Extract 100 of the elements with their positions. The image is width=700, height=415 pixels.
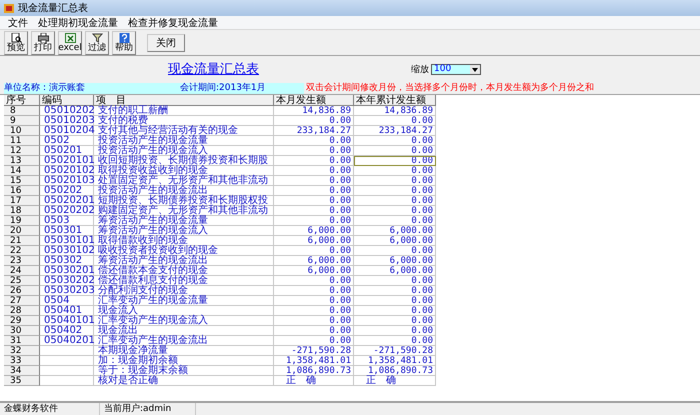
amount-cell: 0.00 [274,326,354,336]
column-header: 编码 [40,95,94,106]
row-number: 27 [4,296,40,306]
zoom-label: 缩放 [411,64,429,76]
column-header: 序号 [4,95,40,106]
row-number: 14 [4,166,40,176]
column-header: 项 目 [94,95,274,106]
item-cell: 支付的职工薪酬 [94,106,274,116]
code-cell: 05010203 [40,116,94,126]
item-cell: 处置固定资产、无形资产和其他非流动 [94,176,274,186]
row-number: 19 [4,216,40,226]
amount-cell: 0.00 [354,316,436,326]
code-cell: 05020201 [40,196,94,206]
status-text: 金蝶财务软件 [0,403,100,415]
check-cell: 正 确 [354,376,436,386]
row-number: 17 [4,196,40,206]
check-cell: 正 确 [274,376,354,386]
spreadsheet-icon [64,32,76,42]
code-cell: 0503 [40,216,94,226]
amount-cell: 0.00 [274,136,354,146]
row-number: 29 [4,316,40,326]
amount-cell: 0.00 [274,156,354,166]
amount-cell: 233,184.27 [354,126,436,136]
toolbar-button[interactable]: 打印 [31,30,55,54]
item-cell: 筹资活动产生的现金流量 [94,216,274,226]
code-cell: 050402 [40,326,94,336]
item-cell: 加：现金期初余额 [94,356,274,366]
code-cell: 050301 [40,226,94,236]
item-cell: 取得投资收益收到的现金 [94,166,274,176]
zoom-select[interactable]: 100 [431,64,481,74]
amount-cell: -271,590.28 [354,346,436,356]
row-number: 28 [4,306,40,316]
code-cell: 050201 [40,146,94,156]
amount-cell: 0.00 [354,326,436,336]
row-number: 16 [4,186,40,196]
column-header: 本月发生额 [274,95,354,106]
menu-item[interactable]: 检查并修复现金流量 [128,16,218,30]
code-cell: 05010204 [40,126,94,136]
toolbar-button[interactable]: 预览 [4,30,28,54]
amount-cell: 0.00 [354,296,436,306]
amount-cell: 0.00 [354,196,436,206]
amount-cell: 0.00 [354,186,436,196]
amount-cell: 6,000.00 [354,226,436,236]
amount-cell: 14,836.89 [274,106,354,116]
row-number: 21 [4,236,40,246]
company-name: 单位名称：演示账套 [4,83,156,94]
row-number: 34 [4,366,40,376]
row-number: 9 [4,116,40,126]
item-cell: 短期投资、长期债券投资和长期股权投 [94,196,274,206]
amount-cell: 0.00 [274,336,354,346]
row-number: 23 [4,256,40,266]
amount-cell: 1,358,481.01 [354,356,436,366]
code-cell: 050401 [40,306,94,316]
code-cell: 05030102 [40,246,94,256]
amount-cell: 0.00 [354,166,436,176]
row-number: 31 [4,336,40,346]
item-cell: 等于：现金期末余额 [94,366,274,376]
row-number: 30 [4,326,40,336]
code-cell: 0504 [40,296,94,306]
item-cell: 现金流入 [94,306,274,316]
funnel-icon [92,32,102,42]
hint-text: 双击会计期间修改月份，当选择多个月份时，本月发生额为多个月份之和 [305,83,594,94]
toolbar-button[interactable]: 过滤 [85,30,109,54]
amount-cell: 6,000.00 [274,236,354,246]
row-number: 32 [4,346,40,356]
menu-item[interactable]: 处理期初现金流量 [38,16,118,30]
code-cell: 05040201 [40,336,94,346]
amount-cell: 0.00 [274,176,354,186]
code-cell: 05020103 [40,176,94,186]
amount-cell: 0.00 [354,136,436,146]
amount-cell: 0.00 [274,296,354,306]
code-cell: 05030101 [40,236,94,246]
code-cell: 05010202 [40,106,94,116]
row-number: 25 [4,276,40,286]
row-number: 12 [4,146,40,156]
code-cell: 05020202 [40,206,94,216]
menu-item[interactable]: 文件 [8,16,28,30]
status-user: 当前用户:admin [100,403,196,415]
app-icon [4,4,14,12]
amount-cell: 6,000.00 [354,266,436,276]
report-title: 现金流量汇总表 [168,61,259,78]
item-cell: 分配利润支付的现金 [94,286,274,296]
row-number: 13 [4,156,40,166]
toolbar-button[interactable]: 帮助 [112,30,136,54]
accounting-period[interactable]: 会计期间:2013年1月 [156,83,304,94]
item-cell: 购建固定资产、无形资产和其他非流动 [94,206,274,216]
code-cell: 05020102 [40,166,94,176]
item-cell: 本期现金净流量 [94,346,274,356]
amount-cell: 1,358,481.01 [274,356,354,366]
amount-cell: 6,000.00 [274,266,354,276]
close-button[interactable]: 关闭 [147,34,185,52]
row-number: 11 [4,136,40,146]
amount-cell: 233,184.27 [274,126,354,136]
amount-cell: 1,086,890.73 [354,366,436,376]
row-number: 20 [4,226,40,236]
toolbar-button[interactable]: excel [58,30,82,54]
row-number: 24 [4,266,40,276]
magnifier-page-icon [10,32,22,42]
code-cell: 05020101 [40,156,94,166]
item-cell: 投资活动产生的现金流入 [94,146,274,156]
